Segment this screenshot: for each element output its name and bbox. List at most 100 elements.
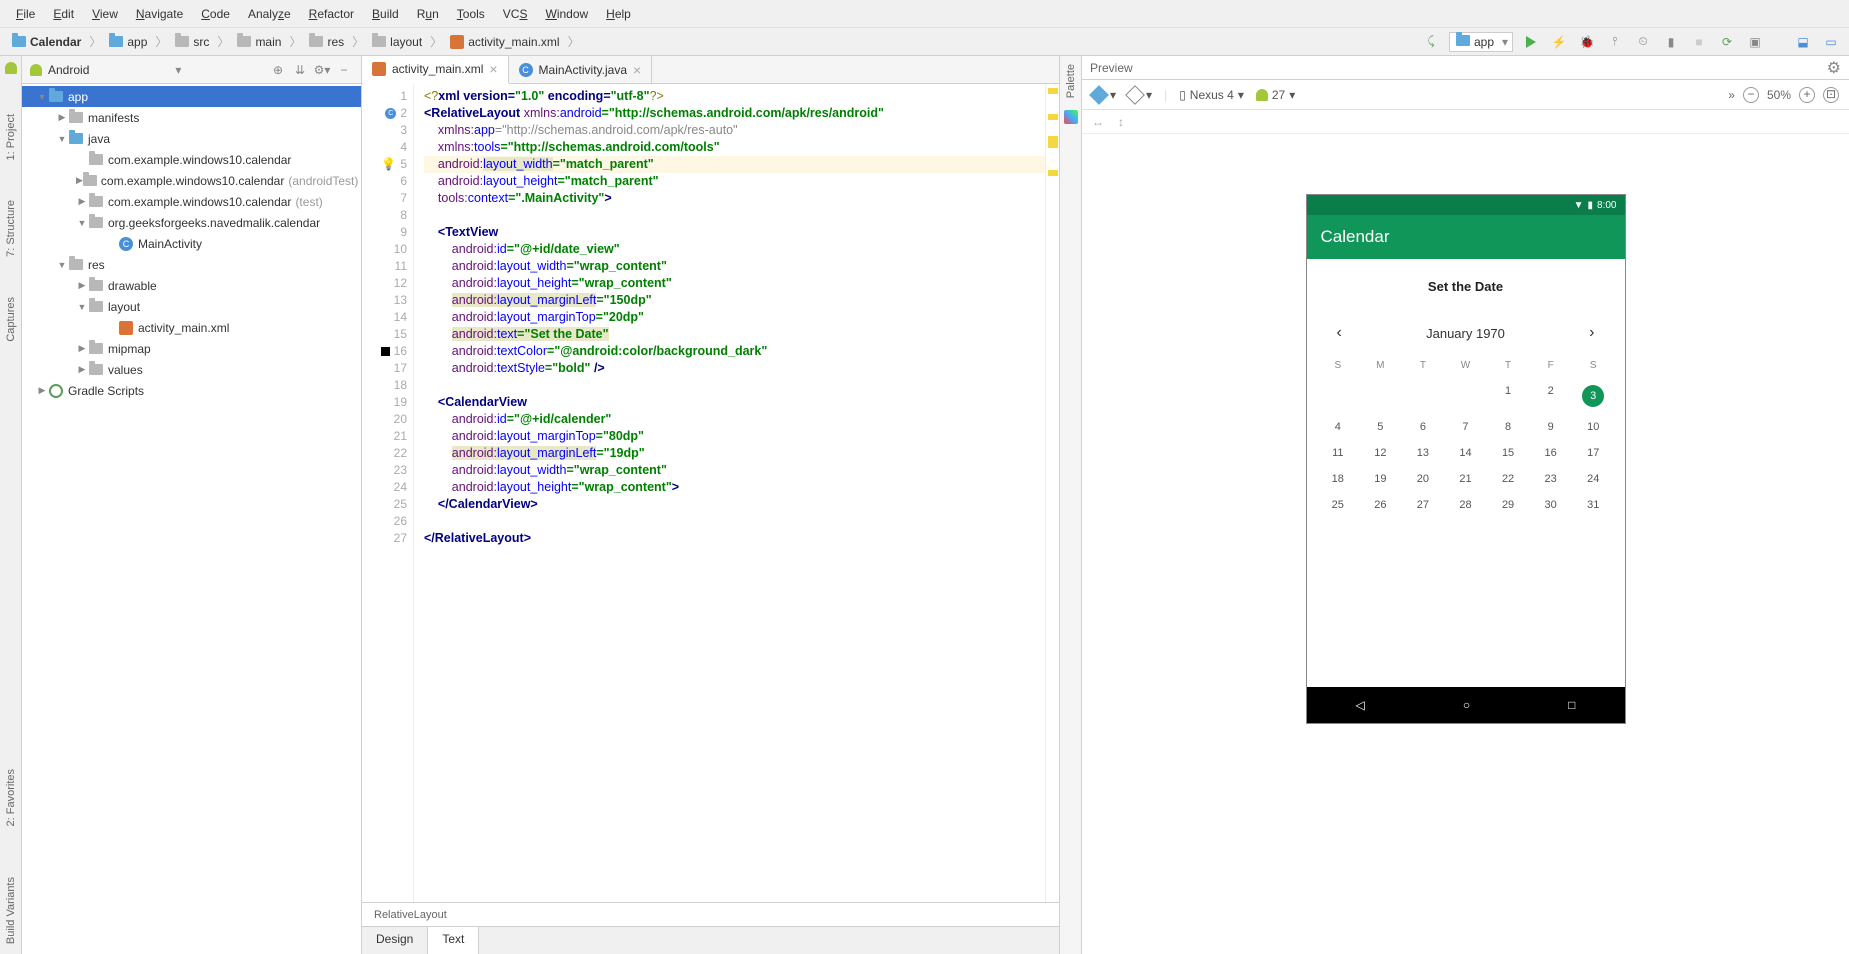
cal-day[interactable]: 13 — [1402, 447, 1445, 459]
cal-day[interactable]: 29 — [1487, 499, 1530, 511]
debug-button[interactable]: 🐞 — [1577, 32, 1597, 52]
tree-app[interactable]: ▼app — [22, 86, 361, 107]
cal-day[interactable]: 23 — [1529, 473, 1572, 485]
tab-project[interactable]: 1: Project — [5, 114, 17, 160]
stop-button[interactable]: ■ — [1689, 32, 1709, 52]
nav-recent-icon[interactable]: □ — [1568, 698, 1575, 712]
warning-marker[interactable] — [1048, 114, 1058, 120]
design-tab[interactable]: Design — [362, 927, 428, 954]
close-tab-icon[interactable]: × — [633, 62, 641, 78]
cal-day[interactable]: 9 — [1529, 421, 1572, 433]
cal-day[interactable]: 6 — [1402, 421, 1445, 433]
settings-gear-icon[interactable]: ⚙▾ — [313, 61, 331, 79]
crumb-main[interactable]: main — [233, 33, 285, 51]
cal-day[interactable]: 4 — [1317, 421, 1360, 433]
tree-manifests[interactable]: ▶manifests — [22, 107, 361, 128]
cal-day[interactable] — [1444, 385, 1487, 407]
profile-icon[interactable]: ⫯ — [1605, 32, 1625, 52]
tree-pkg-androidtest[interactable]: ▶com.example.windows10.calendar(androidT… — [22, 170, 361, 191]
cal-day[interactable]: 3 — [1582, 385, 1604, 407]
menu-tools[interactable]: Tools — [449, 3, 493, 25]
sync-gradle-icon[interactable]: ⟳ — [1717, 32, 1737, 52]
cal-day[interactable]: 19 — [1359, 473, 1402, 485]
cal-day[interactable]: 30 — [1529, 499, 1572, 511]
tree-pkg-main[interactable]: com.example.windows10.calendar — [22, 149, 361, 170]
cal-day[interactable]: 10 — [1572, 421, 1615, 433]
crumb-project[interactable]: Calendar — [8, 33, 85, 51]
palette-swatch-icon[interactable] — [1064, 110, 1078, 124]
menu-window[interactable]: Window — [537, 3, 596, 25]
tab-favorites[interactable]: 2: Favorites — [5, 769, 17, 826]
cal-day[interactable]: 15 — [1487, 447, 1530, 459]
cal-day[interactable]: 16 — [1529, 447, 1572, 459]
cal-day[interactable] — [1359, 385, 1402, 407]
cal-day[interactable]: 7 — [1444, 421, 1487, 433]
prev-month-icon[interactable]: ‹ — [1337, 324, 1342, 342]
crumb-res[interactable]: res — [305, 33, 348, 51]
hide-panel-icon[interactable]: − — [335, 61, 353, 79]
cal-day[interactable]: 5 — [1359, 421, 1402, 433]
line-gutter[interactable]: 1 C2 3 4 💡5 6 7 8 9 10 11 12 13 14 15 16… — [362, 84, 414, 902]
menu-navigate[interactable]: Navigate — [128, 3, 191, 25]
nav-back-icon[interactable]: ◁ — [1356, 698, 1365, 712]
cal-day[interactable]: 31 — [1572, 499, 1615, 511]
close-tab-icon[interactable]: × — [489, 61, 497, 77]
tree-pkg-gfg[interactable]: ▼org.geeksforgeeks.navedmalik.calendar — [22, 212, 361, 233]
color-swatch-icon[interactable] — [381, 347, 390, 356]
api-select[interactable]: 27 ▾ — [1256, 88, 1295, 102]
avd-manager-icon[interactable]: ▮ — [1661, 32, 1681, 52]
tab-mainactivity-java[interactable]: CMainActivity.java× — [509, 56, 653, 83]
crumb-file[interactable]: activity_main.xml — [446, 33, 563, 51]
zoom-fit-button[interactable]: ⊡ — [1823, 87, 1839, 103]
preview-settings-icon[interactable]: ⚙ — [1827, 58, 1841, 78]
menu-edit[interactable]: Edit — [45, 3, 82, 25]
error-stripe[interactable] — [1045, 84, 1059, 902]
palette-label[interactable]: Palette — [1065, 64, 1077, 98]
tree-mainactivity[interactable]: CMainActivity — [22, 233, 361, 254]
project-tree[interactable]: ▼app ▶manifests ▼java com.example.window… — [22, 84, 361, 954]
tree-mipmap[interactable]: ▶mipmap — [22, 338, 361, 359]
cal-day[interactable]: 24 — [1572, 473, 1615, 485]
cal-day[interactable]: 18 — [1317, 473, 1360, 485]
cal-day[interactable]: 11 — [1317, 447, 1360, 459]
sdk-manager-icon[interactable]: ▣ — [1745, 32, 1765, 52]
warning-marker[interactable] — [1048, 142, 1058, 148]
device-manager-icon[interactable]: ▭ — [1821, 32, 1841, 52]
warning-marker[interactable] — [1048, 170, 1058, 176]
pan-up-icon[interactable]: ↕ — [1118, 115, 1124, 129]
cal-day[interactable]: 14 — [1444, 447, 1487, 459]
cal-day[interactable]: 27 — [1402, 499, 1445, 511]
cal-day[interactable] — [1402, 385, 1445, 407]
cal-day[interactable]: 28 — [1444, 499, 1487, 511]
cal-day[interactable]: 12 — [1359, 447, 1402, 459]
design-surface-select[interactable]: ▾ — [1092, 88, 1116, 102]
cal-day[interactable]: 26 — [1359, 499, 1402, 511]
warning-marker[interactable] — [1048, 88, 1058, 94]
cal-day[interactable]: 21 — [1444, 473, 1487, 485]
zoom-in-button[interactable]: + — [1799, 87, 1815, 103]
tab-captures[interactable]: Captures — [5, 297, 17, 342]
crumb-layout[interactable]: layout — [368, 33, 426, 51]
crumb-src[interactable]: src — [171, 33, 213, 51]
text-tab[interactable]: Text — [428, 927, 479, 954]
tree-layout-file[interactable]: activity_main.xml — [22, 317, 361, 338]
cal-day[interactable]: 17 — [1572, 447, 1615, 459]
view-dropdown-icon[interactable]: ▾ — [175, 63, 181, 77]
tree-drawable[interactable]: ▶drawable — [22, 275, 361, 296]
menu-analyze[interactable]: Analyze — [240, 3, 299, 25]
make-project-icon[interactable]: ⤹ — [1421, 32, 1441, 52]
editor-breadcrumb[interactable]: RelativeLayout — [362, 902, 1059, 926]
more-icon[interactable]: » — [1728, 88, 1735, 102]
cal-day[interactable]: 22 — [1487, 473, 1530, 485]
scroll-from-source-icon[interactable]: ⊕ — [269, 61, 287, 79]
tree-java[interactable]: ▼java — [22, 128, 361, 149]
tree-res[interactable]: ▼res — [22, 254, 361, 275]
nav-home-icon[interactable]: ○ — [1463, 698, 1470, 712]
menu-run[interactable]: Run — [409, 3, 447, 25]
preview-canvas[interactable]: ▼ ▮ 8:00 Calendar Set the Date ‹ January… — [1082, 134, 1849, 954]
cal-day[interactable]: 8 — [1487, 421, 1530, 433]
cal-day[interactable]: 1 — [1487, 385, 1530, 407]
zoom-out-button[interactable]: − — [1743, 87, 1759, 103]
apply-changes-icon[interactable]: ⚡ — [1549, 32, 1569, 52]
menu-view[interactable]: View — [84, 3, 126, 25]
